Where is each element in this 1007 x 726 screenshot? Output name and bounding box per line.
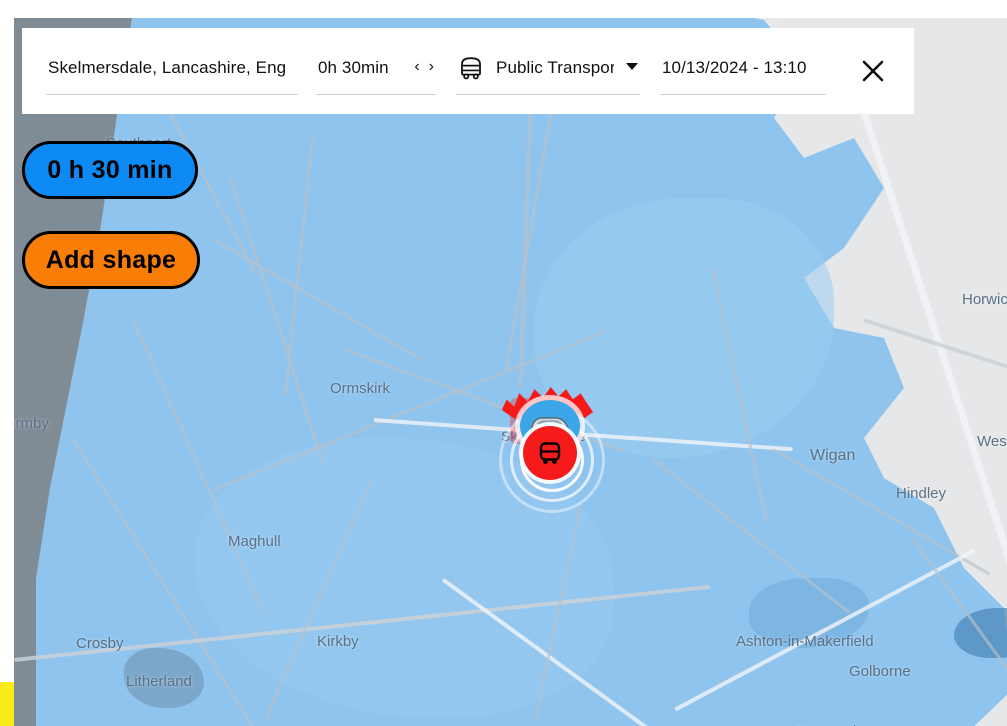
viewport-left-edge xyxy=(0,0,14,682)
add-shape-button[interactable]: Add shape xyxy=(22,231,200,289)
bus-icon xyxy=(458,55,484,81)
transport-mode-field[interactable]: Public Transport xyxy=(456,47,640,95)
origin-marker-cluster[interactable] xyxy=(490,386,614,513)
map-layers: SouthportChorleyHorwichFormbyOrmskirkSke… xyxy=(14,18,1007,726)
departure-datetime-value: 10/13/2024 - 13:10 xyxy=(662,57,807,77)
travel-duration-field[interactable]: 0h 30min ‹ › xyxy=(316,47,436,95)
duration-decrement-icon[interactable]: ‹ xyxy=(414,59,419,75)
duration-fab-button[interactable]: 0 h 30 min xyxy=(22,141,198,199)
travel-duration-value: 0h 30min xyxy=(318,57,389,77)
bus-marker-icon[interactable] xyxy=(523,426,577,480)
duration-stepper: ‹ › xyxy=(414,59,434,76)
chevron-down-icon[interactable] xyxy=(626,63,638,70)
departure-datetime-field[interactable]: 10/13/2024 - 13:10 xyxy=(660,47,826,95)
transport-mode-value: Public Transport xyxy=(496,57,614,77)
viewport-left-accent xyxy=(0,682,14,726)
origin-location-value: Skelmersdale, Lancashire, Eng xyxy=(48,57,287,77)
viewport-top-edge xyxy=(0,0,1007,18)
origin-location-field[interactable]: Skelmersdale, Lancashire, Eng xyxy=(46,47,298,95)
close-icon[interactable] xyxy=(856,54,890,88)
application-root: SouthportChorleyHorwichFormbyOrmskirkSke… xyxy=(0,0,1007,726)
search-control-panel: Skelmersdale, Lancashire, Eng 0h 30min ‹… xyxy=(22,28,914,114)
map-sea-edge xyxy=(14,18,36,726)
map-canvas[interactable]: SouthportChorleyHorwichFormbyOrmskirkSke… xyxy=(14,18,1007,726)
duration-increment-icon[interactable]: › xyxy=(429,59,434,75)
